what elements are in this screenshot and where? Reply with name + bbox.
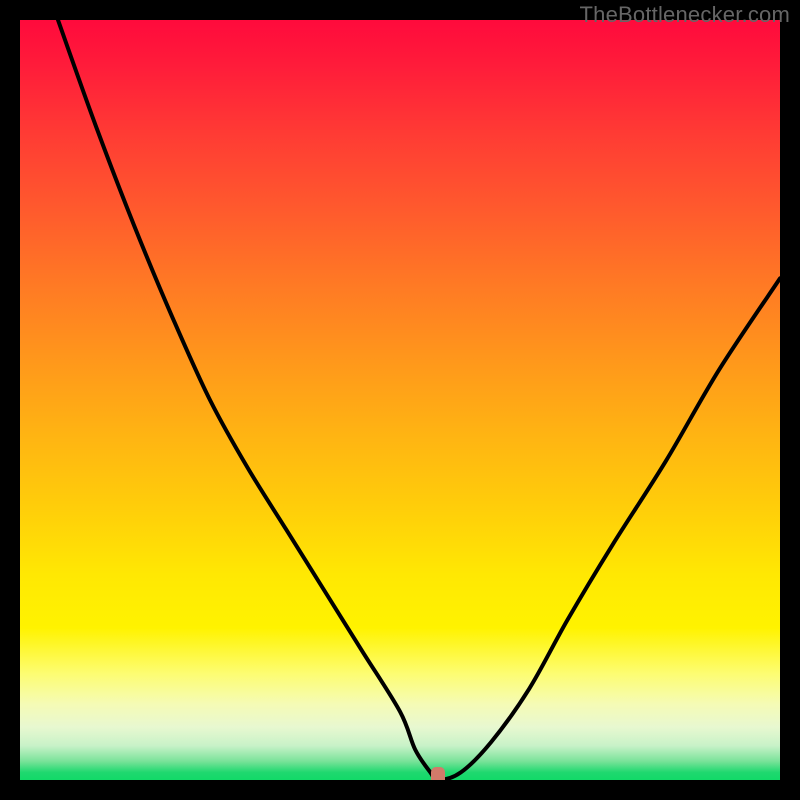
watermark-text: TheBottlenecker.com [580, 2, 790, 28]
optimal-point-marker [431, 767, 445, 780]
curve-path [58, 20, 780, 780]
chart-frame: TheBottlenecker.com [0, 0, 800, 800]
bottleneck-curve [20, 20, 780, 780]
plot-area [20, 20, 780, 780]
